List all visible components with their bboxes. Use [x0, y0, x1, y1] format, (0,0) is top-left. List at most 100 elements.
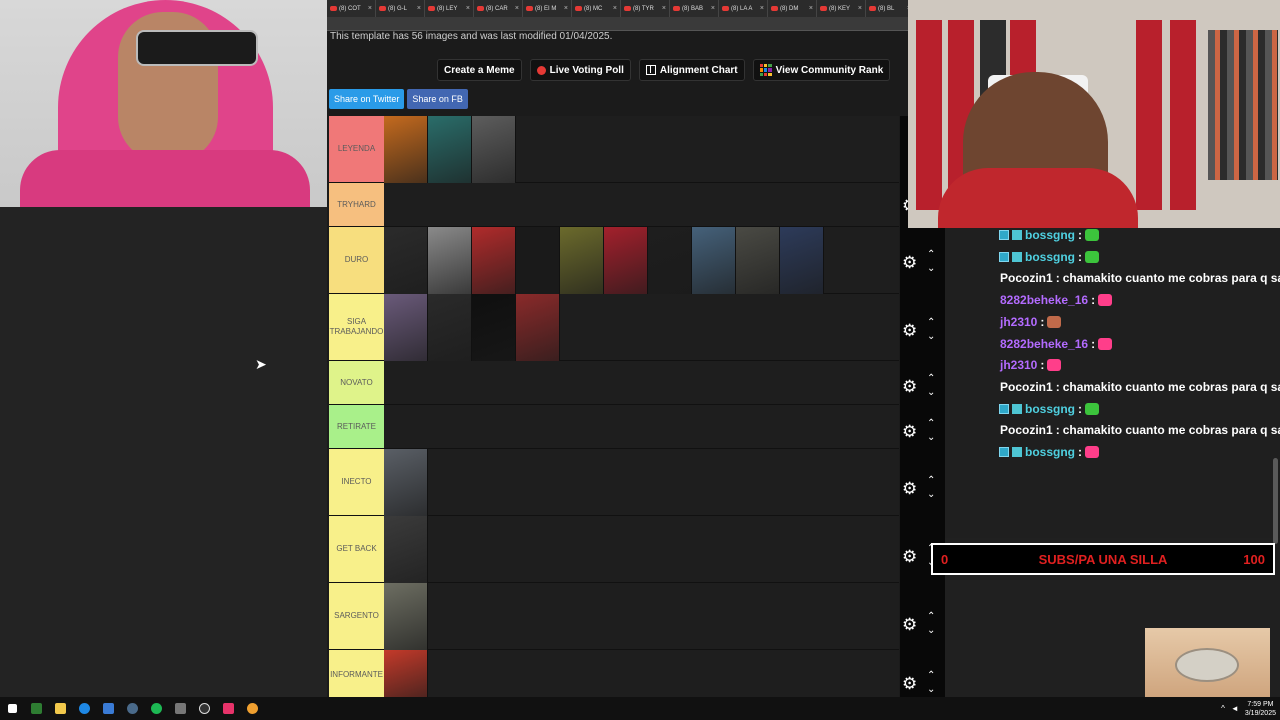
chevron-down-icon[interactable]: ⌄ [927, 489, 935, 500]
close-icon[interactable]: × [466, 5, 473, 12]
tier-image[interactable] [780, 227, 824, 294]
tier-label[interactable]: NOVATO [329, 361, 384, 404]
close-icon[interactable]: × [613, 5, 620, 12]
gear-icon[interactable]: ⚙ [902, 479, 917, 498]
gear-icon[interactable]: ⚙ [902, 547, 917, 566]
alignment-chart-button[interactable]: Alignment Chart [638, 59, 745, 81]
chevron-up-icon[interactable]: ⌃ [927, 374, 935, 384]
tier-image[interactable] [516, 294, 560, 361]
windows-start-icon[interactable] [0, 697, 24, 720]
browser-tab[interactable]: (8) MC × [572, 0, 621, 17]
obs-icon[interactable] [192, 697, 216, 720]
close-icon[interactable]: × [711, 5, 718, 12]
chevron-up-icon[interactable]: ⌃ [927, 419, 935, 429]
chevron-down-icon[interactable]: ⌄ [927, 625, 935, 636]
share-facebook-button[interactable]: Share on FB [407, 89, 468, 109]
chevron-down-icon[interactable]: ⌄ [927, 331, 935, 342]
close-icon[interactable]: × [368, 5, 375, 12]
tier-label[interactable]: GET BACK [329, 516, 384, 582]
chevron-up-icon[interactable]: ⌃ [927, 249, 935, 260]
app-icon[interactable] [24, 697, 48, 720]
chevron-up-icon[interactable]: ⌃ [927, 475, 935, 486]
chat-username[interactable]: bossgng [1025, 228, 1075, 242]
tier-image[interactable] [516, 227, 560, 294]
tier-label[interactable]: TRYHARD [329, 183, 384, 226]
tier-image[interactable] [428, 116, 472, 183]
browser-icon[interactable] [72, 697, 96, 720]
tier-label[interactable]: RETIRATE [329, 405, 384, 448]
share-twitter-button[interactable]: Share on Twitter [329, 89, 405, 109]
browser-tab[interactable]: (8) BAB × [670, 0, 719, 17]
browser-tab[interactable]: (8) LEY × [425, 0, 474, 17]
folder-icon[interactable] [48, 697, 72, 720]
chevron-up-icon[interactable]: ⌃ [927, 671, 935, 681]
gear-icon[interactable]: ⚙ [902, 253, 917, 272]
close-icon[interactable]: × [662, 5, 669, 12]
tier-image[interactable] [384, 516, 428, 583]
browser-tab[interactable]: (8) BL× [866, 0, 908, 17]
tier-image[interactable] [384, 583, 428, 650]
chat-username[interactable]: Pocozin1 [1000, 271, 1053, 285]
steam-icon[interactable] [120, 697, 144, 720]
browser-tab[interactable]: (8) TYR × [621, 0, 670, 17]
chrome-icon[interactable] [240, 697, 264, 720]
store-icon[interactable] [96, 697, 120, 720]
close-icon[interactable]: × [809, 5, 816, 12]
clock[interactable]: 7:59 PM 3/19/2025 [1245, 700, 1276, 718]
browser-tab[interactable]: (8) G-L × [376, 0, 425, 17]
tier-label[interactable]: DURO [329, 227, 384, 293]
chevron-down-icon[interactable]: ⌄ [927, 685, 935, 695]
tier-image[interactable] [428, 294, 472, 361]
close-icon[interactable]: × [760, 5, 767, 12]
chevron-up-icon[interactable]: ⌃ [927, 317, 935, 328]
tier-label[interactable]: LEYENDA [329, 116, 384, 182]
browser-tab[interactable]: (8) EI M × [523, 0, 572, 17]
community-rank-button[interactable]: View Community Rank [752, 59, 891, 81]
tier-image[interactable] [560, 227, 604, 294]
close-icon[interactable]: × [417, 5, 424, 12]
tier-image[interactable] [472, 227, 516, 294]
chevron-up-icon[interactable]: ⌃ [927, 611, 935, 622]
chevron-down-icon[interactable]: ⌄ [927, 433, 935, 443]
tier-label[interactable]: INECTO [329, 449, 384, 515]
chat-username[interactable]: bossgng [1025, 250, 1075, 264]
gear-icon[interactable]: ⚙ [902, 423, 917, 441]
tier-image[interactable] [384, 650, 428, 700]
spotify-icon[interactable] [144, 697, 168, 720]
live-voting-poll-button[interactable]: Live Voting Poll [529, 59, 631, 81]
tier-label[interactable]: SARGENTO [329, 583, 384, 649]
browser-tab[interactable]: (8) DM × [768, 0, 817, 17]
chat-username[interactable]: Pocozin1 [1000, 423, 1053, 437]
chat-username[interactable]: Pocozin1 [1000, 380, 1053, 394]
pen-icon[interactable] [168, 697, 192, 720]
close-icon[interactable]: × [564, 5, 571, 12]
chat-scrollbar[interactable] [1273, 458, 1278, 544]
tier-image[interactable] [736, 227, 780, 294]
tier-image[interactable] [692, 227, 736, 294]
chevron-down-icon[interactable]: ⌄ [927, 388, 935, 398]
create-meme-button[interactable]: Create a Meme [437, 59, 522, 81]
tier-image[interactable] [384, 116, 428, 183]
tier-image[interactable] [604, 227, 648, 294]
gear-icon[interactable]: ⚙ [902, 321, 917, 340]
tier-image[interactable] [384, 449, 428, 516]
tier-label[interactable]: SIGA TRABAJANDO [329, 294, 384, 360]
chat-username[interactable]: jh2310 [1000, 358, 1037, 372]
tier-label[interactable]: INFORMANTE [329, 650, 384, 699]
browser-tab[interactable]: (8) CAR × [474, 0, 523, 17]
tier-image[interactable] [648, 227, 692, 294]
browser-tab[interactable]: (8) COT × [327, 0, 376, 17]
browser-tab[interactable]: (8) LA A × [719, 0, 768, 17]
chat-username[interactable]: bossgng [1025, 445, 1075, 459]
close-icon[interactable]: × [858, 5, 865, 12]
volume-icon[interactable]: ◄ [1231, 704, 1239, 713]
chat-username[interactable]: bossgng [1025, 402, 1075, 416]
tier-image[interactable] [384, 227, 428, 294]
tier-image[interactable] [472, 294, 516, 361]
browser-tab[interactable]: (8) KEY × [817, 0, 866, 17]
gear-icon[interactable]: ⚙ [902, 378, 917, 396]
chat-username[interactable]: 8282beheke_16 [1000, 293, 1088, 307]
close-icon[interactable]: × [515, 5, 522, 12]
chat-username[interactable]: 8282beheke_16 [1000, 337, 1088, 351]
chat-username[interactable]: jh2310 [1000, 315, 1037, 329]
